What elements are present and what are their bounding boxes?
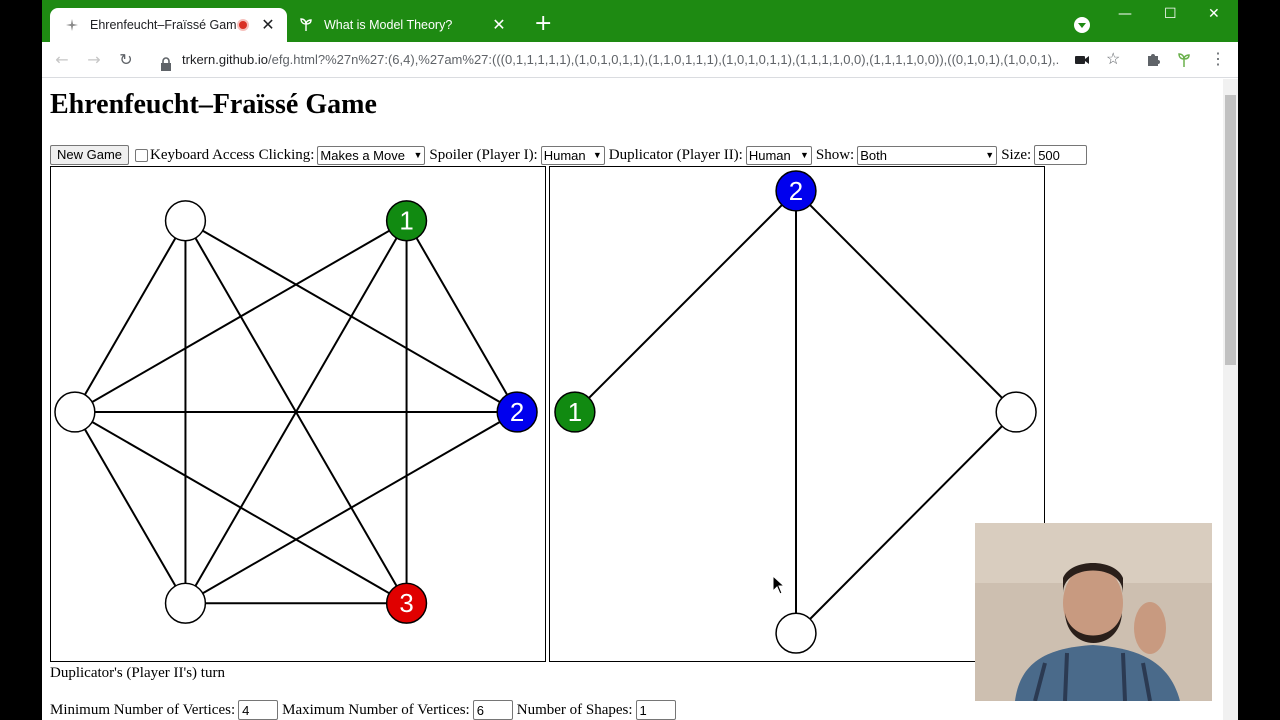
max-vertices-input[interactable]: 6 — [472, 700, 513, 720]
sparkle-favicon-icon — [64, 17, 80, 33]
right-graph-vertex[interactable]: 2 — [775, 170, 817, 212]
generation-controls: Minimum Number of Vertices: 4 Maximum Nu… — [50, 700, 676, 720]
spoiler-select[interactable]: Human ▼ — [540, 145, 605, 165]
recording-icon — [237, 19, 249, 31]
chevron-down-icon: ▼ — [985, 150, 995, 160]
new-tab-button[interactable]: + — [534, 13, 552, 35]
page-scrollbar[interactable] — [1223, 79, 1238, 720]
left-graph-vertex-label: 3 — [399, 590, 413, 618]
left-graph-vertex-label: 1 — [399, 208, 413, 236]
forward-arrow-icon[interactable]: → — [84, 50, 104, 70]
right-graph-vertex[interactable] — [995, 391, 1037, 433]
max-vertices-label: Maximum Number of Vertices: — [282, 701, 470, 718]
left-graph-board[interactable]: 1 2 3 — [50, 166, 546, 662]
left-graph-vertex[interactable] — [164, 200, 207, 242]
show-select[interactable]: Both ▼ — [857, 145, 998, 165]
chevron-down-icon: ▼ — [799, 150, 809, 160]
reload-icon[interactable]: ↻ — [116, 50, 136, 70]
presenter-video — [975, 523, 1212, 701]
num-shapes-input[interactable]: 1 — [635, 700, 676, 720]
left-graph-vertex[interactable]: 2 — [496, 391, 538, 433]
mouse-cursor-icon — [772, 575, 786, 595]
right-graph-vertex[interactable]: 1 — [554, 391, 596, 433]
tab-title: What is Model Theory? — [324, 18, 453, 32]
url-path: /efg.html?%27n%27:(6,4),%27am%27:(((0,1,… — [268, 52, 1060, 67]
left-graph-vertex[interactable] — [164, 582, 207, 624]
scroll-thumb[interactable] — [1225, 95, 1236, 365]
tab-title: Ehrenfeucht–Fraïssé Game — [90, 18, 237, 32]
browser-toolbar: ← → ↻ trkern.github.io/efg.html?%27n%27:… — [42, 42, 1238, 78]
menu-dots-icon[interactable]: ⋮ — [1210, 52, 1226, 68]
right-graph-vertex-label: 1 — [568, 399, 582, 427]
sprout-favicon-icon — [298, 17, 314, 33]
address-bar[interactable]: trkern.github.io/efg.html?%27n%27:(6,4),… — [160, 46, 1060, 74]
left-graph-edge — [74, 219, 408, 413]
webcam-overlay — [975, 523, 1212, 701]
tab-efg-game[interactable]: Ehrenfeucht–Fraïssé Game ✕ — [50, 8, 287, 42]
camera-icon[interactable] — [1074, 52, 1090, 68]
right-graph-vertex-label: 2 — [789, 178, 803, 206]
lock-icon — [160, 53, 172, 71]
left-graph-edge — [74, 411, 408, 605]
left-graph-edge — [74, 220, 187, 413]
back-arrow-icon[interactable]: ← — [52, 50, 72, 70]
size-input[interactable]: 500 — [1034, 145, 1088, 165]
keyboard-access-checkbox[interactable] — [135, 148, 149, 162]
tab-model-theory[interactable]: What is Model Theory? ✕ — [288, 8, 518, 42]
close-tab-icon[interactable]: ✕ — [259, 15, 277, 35]
size-label: Size: — [1001, 146, 1032, 163]
right-graph-edge — [574, 190, 797, 413]
keyboard-access-label: Keyboard Access — [150, 146, 255, 163]
close-tab-icon[interactable]: ✕ — [490, 15, 508, 35]
right-graph-vertex[interactable] — [775, 612, 817, 654]
left-graph-vertex[interactable] — [54, 391, 96, 433]
turn-status: Duplicator's (Player II's) turn — [50, 665, 225, 681]
duplicator-select[interactable]: Human ▼ — [745, 145, 812, 165]
extensions-puzzle-icon[interactable] — [1145, 52, 1161, 68]
tab-search-icon[interactable] — [1074, 17, 1090, 33]
left-graph-vertex[interactable]: 1 — [385, 200, 428, 242]
minimize-icon[interactable]: — — [1118, 6, 1132, 22]
duplicator-label: Duplicator (Player II): — [608, 146, 743, 163]
clicking-label: Clicking: — [258, 146, 315, 163]
spoiler-label: Spoiler (Player I): — [429, 146, 538, 163]
window-close-icon[interactable]: ✕ — [1208, 6, 1220, 22]
show-label: Show: — [815, 146, 855, 163]
left-graph-edge — [184, 411, 518, 605]
star-icon[interactable]: ☆ — [1106, 52, 1122, 68]
min-vertices-input[interactable]: 4 — [238, 700, 279, 720]
sprout-extension-icon[interactable] — [1176, 52, 1192, 68]
left-graph-edge — [405, 220, 518, 413]
new-game-button[interactable]: New Game — [50, 145, 130, 165]
num-shapes-label: Number of Shapes: — [516, 701, 633, 718]
maximize-icon[interactable]: ☐ — [1164, 6, 1177, 22]
left-graph-vertex[interactable]: 3 — [385, 582, 428, 624]
tab-strip: Ehrenfeucht–Fraïssé Game ✕ What is Model… — [42, 0, 1238, 42]
clicking-select[interactable]: Makes a Move ▼ — [317, 145, 426, 165]
left-graph-vertex-label: 2 — [510, 399, 524, 427]
game-controls: New Game Keyboard Access Clicking: Makes… — [50, 145, 1088, 165]
left-graph-edge — [74, 411, 187, 604]
url-host: trkern.github.io — [182, 52, 268, 67]
min-vertices-label: Minimum Number of Vertices: — [50, 701, 236, 718]
right-graph-edge — [795, 190, 1017, 413]
right-graph-board[interactable]: 21 — [549, 166, 1045, 662]
chevron-down-icon: ▼ — [592, 150, 602, 160]
page-title: Ehrenfeucht–Fraïssé Game — [50, 89, 377, 120]
chevron-down-icon: ▼ — [413, 150, 423, 160]
